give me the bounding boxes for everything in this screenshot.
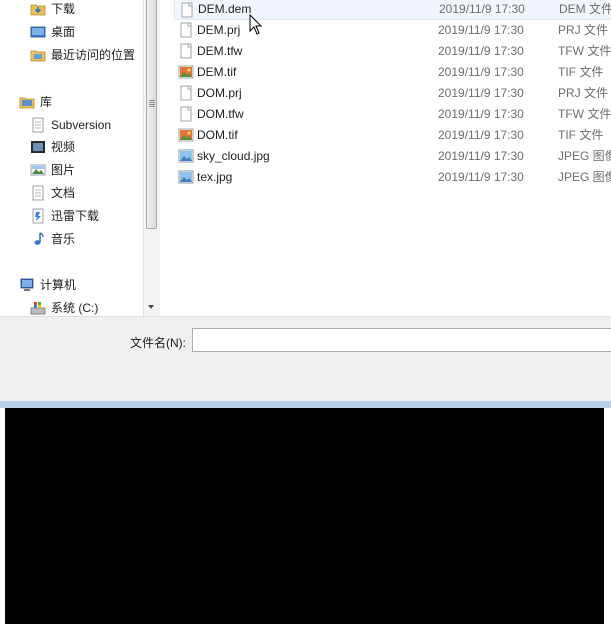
nav-scrollbar-thumb[interactable] <box>146 0 157 229</box>
desktop-icon <box>30 26 46 38</box>
nav-item-label: 图片 <box>51 163 76 177</box>
file-row[interactable]: DEM.tif 2019/11/9 17:30 TIF 文件 <box>174 62 611 83</box>
file-row[interactable]: DEM.dem 2019/11/9 17:30 DEM 文件 <box>174 0 611 20</box>
music-library-icon <box>34 232 44 245</box>
file-type: TFW 文件 <box>558 44 611 58</box>
nav-item-label: 下载 <box>51 2 76 16</box>
file-date: 2019/11/9 17:30 <box>438 23 524 37</box>
file-row[interactable]: DOM.tfw 2019/11/9 17:30 TFW 文件 <box>174 104 611 125</box>
recent-places-icon <box>30 50 46 62</box>
file-type: PRJ 文件 <box>558 86 609 100</box>
file-row[interactable]: DOM.tif 2019/11/9 17:30 TIF 文件 <box>174 125 611 146</box>
filename-input[interactable] <box>192 328 611 352</box>
blank-file-icon <box>180 106 192 122</box>
file-date: 2019/11/9 17:30 <box>438 86 524 100</box>
file-date: 2019/11/9 17:30 <box>439 2 525 16</box>
window-border <box>0 401 611 408</box>
tif-image-icon <box>178 128 194 142</box>
file-name: DEM.tif <box>197 65 237 79</box>
tif-image-icon <box>178 65 194 79</box>
blank-file-icon <box>180 22 192 38</box>
picture-library-icon <box>30 164 46 176</box>
file-date: 2019/11/9 17:30 <box>438 149 524 163</box>
file-name: DEM.dem <box>198 2 252 16</box>
file-type: JPEG 图像 <box>558 170 611 184</box>
libraries-icon <box>19 97 35 109</box>
file-dialog: 下载 桌面 最近访问的位置 库 Subversion 视频 图片 文档 迅雷下载… <box>0 0 611 405</box>
file-list: DEM.dem 2019/11/9 17:30 DEM 文件 DEM.prj 2019/… <box>160 0 611 316</box>
frame-edge-right <box>604 408 611 628</box>
navigation-pane: 下载 桌面 最近访问的位置 库 Subversion 视频 图片 文档 迅雷下载… <box>0 0 143 316</box>
file-type: TFW 文件 <box>558 107 611 121</box>
file-date: 2019/11/9 17:30 <box>438 107 524 121</box>
file-type: DEM 文件 <box>559 2 611 16</box>
file-name: sky_cloud.jpg <box>197 149 270 163</box>
filename-bar: 文件名(N): <box>0 316 611 405</box>
jpeg-image-icon <box>178 149 194 163</box>
file-type: PRJ 文件 <box>558 23 609 37</box>
nav-item-label: 音乐 <box>51 232 76 246</box>
nav-item-label: 系统 (C:) <box>51 301 99 315</box>
document-library-icon <box>32 185 44 201</box>
blank-file-icon <box>180 85 192 101</box>
nav-item-label: 迅雷下载 <box>51 209 100 223</box>
file-type: TIF 文件 <box>558 65 604 79</box>
file-name: DOM.tfw <box>197 107 244 121</box>
scroll-grip-icon <box>149 100 155 107</box>
scroll-down-arrow-icon[interactable] <box>148 305 154 309</box>
file-row[interactable]: DOM.prj 2019/11/9 17:30 PRJ 文件 <box>174 83 611 104</box>
nav-item-label: Subversion <box>51 118 112 132</box>
file-date: 2019/11/9 17:30 <box>438 170 524 184</box>
nav-item-label: 计算机 <box>40 278 77 292</box>
nav-item-label: 文档 <box>51 186 76 200</box>
blank-file-icon <box>180 43 192 59</box>
file-name: DEM.tfw <box>197 44 243 58</box>
nav-item-label: 桌面 <box>51 25 76 39</box>
file-name: DEM.prj <box>197 23 241 37</box>
nav-item-label: 最近访问的位置 <box>51 48 136 62</box>
jpeg-image-icon <box>178 170 194 184</box>
file-date: 2019/11/9 17:30 <box>438 44 524 58</box>
system-drive-icon <box>30 302 46 315</box>
file-type: TIF 文件 <box>558 128 604 142</box>
video-library-icon <box>31 141 45 153</box>
file-row[interactable]: DEM.prj 2019/11/9 17:30 PRJ 文件 <box>174 20 611 41</box>
file-name: tex.jpg <box>197 170 233 184</box>
nav-scrollbar[interactable] <box>143 0 160 316</box>
empty-black-area <box>5 408 604 624</box>
mouse-cursor-icon <box>249 14 263 35</box>
filename-label: 文件名(N): <box>130 336 186 350</box>
file-date: 2019/11/9 17:30 <box>438 128 524 142</box>
file-name: DOM.tif <box>197 128 238 142</box>
file-row[interactable]: tex.jpg 2019/11/9 17:30 JPEG 图像 <box>174 167 611 188</box>
nav-item-label: 库 <box>40 95 53 109</box>
nav-item-label: 视频 <box>51 140 76 154</box>
file-name: DOM.prj <box>197 86 242 100</box>
blank-file-icon <box>181 2 193 18</box>
frame-edge-bottom <box>0 624 611 628</box>
file-row[interactable]: DEM.tfw 2019/11/9 17:30 TFW 文件 <box>174 41 611 62</box>
file-date: 2019/11/9 17:30 <box>438 65 524 79</box>
file-row[interactable]: sky_cloud.jpg 2019/11/9 17:30 JPEG 图像 <box>174 146 611 167</box>
downloads-folder-icon <box>30 4 46 16</box>
document-library-icon <box>32 117 44 133</box>
thunder-download-icon <box>32 208 44 224</box>
file-type: JPEG 图像 <box>558 149 611 163</box>
computer-icon <box>20 278 34 291</box>
